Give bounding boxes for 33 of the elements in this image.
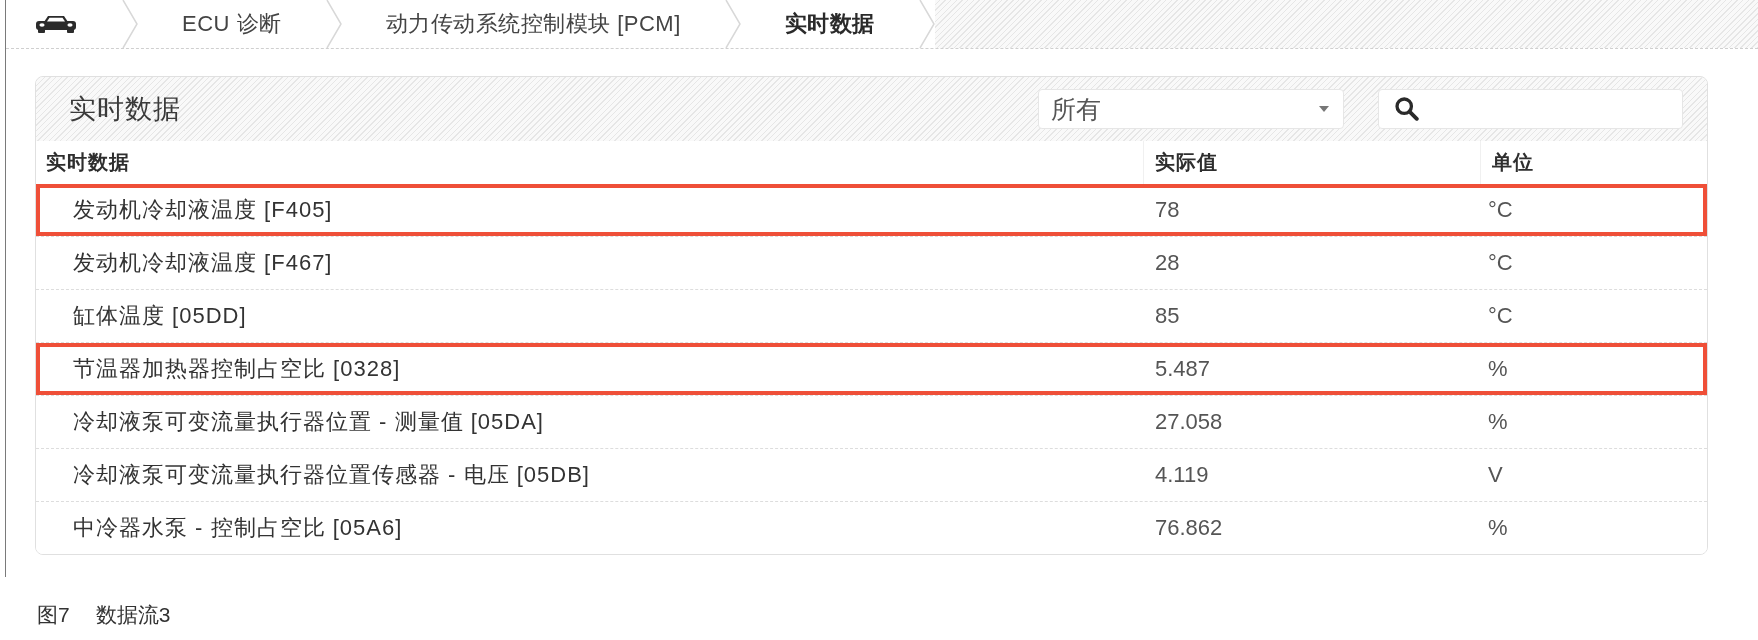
table-cell-text: 4.119	[1154, 461, 1210, 489]
table-cell-text: 28	[1154, 249, 1181, 277]
table-cell-text: %	[1487, 355, 1509, 383]
filter-dropdown[interactable]: 所有	[1038, 89, 1344, 129]
panel-title: 实时数据	[69, 93, 182, 126]
table-cell-text: 发动机冷却液温度 [F467]	[72, 249, 334, 277]
table-cell-text: 冷却液泵可变流量执行器位置 - 测量值 [05DA]	[72, 408, 545, 436]
table-cell-text: %	[1487, 514, 1509, 542]
table-cell-text: °C	[1487, 249, 1514, 277]
table-cell-text: 缸体温度 [05DD]	[72, 302, 248, 330]
table-cell-text: 5.487	[1154, 355, 1212, 383]
table-cell-text: V	[1487, 461, 1504, 489]
car-icon[interactable]	[36, 15, 76, 33]
table-cell-text: 节温器加热器控制占空比 [0328]	[72, 355, 402, 383]
table-cell-text: 85	[1154, 302, 1181, 330]
figure-number: 图7	[37, 602, 70, 628]
breadcrumb-link[interactable]: 动力传动系统控制模块 [PCM]	[341, 0, 725, 48]
breadcrumb-link[interactable]: 实时数据	[740, 0, 919, 48]
table-cell-text: %	[1487, 408, 1509, 436]
table-cell-text: °C	[1487, 196, 1514, 224]
caret-icon	[1319, 106, 1329, 112]
table-cell-text: 发动机冷却液温度 [F405]	[72, 196, 334, 224]
search-icon	[1395, 97, 1419, 121]
table-cell-text: 76.862	[1154, 514, 1224, 542]
table-cell-text: 冷却液泵可变流量执行器位置传感器 - 电压 [05DB]	[72, 461, 591, 489]
table-cell-text: 78	[1154, 196, 1181, 224]
table-cell-text: 27.058	[1154, 408, 1224, 436]
table-cell-text: °C	[1487, 302, 1514, 330]
table-cell-text: 中冷器水泵 - 控制占空比 [05A6]	[72, 514, 404, 542]
figure-caption: 数据流3	[95, 602, 171, 628]
column-header: 实时数据	[45, 150, 131, 175]
breadcrumb-link[interactable]: ECU 诊断	[138, 0, 326, 48]
search-field[interactable]	[1378, 89, 1683, 129]
